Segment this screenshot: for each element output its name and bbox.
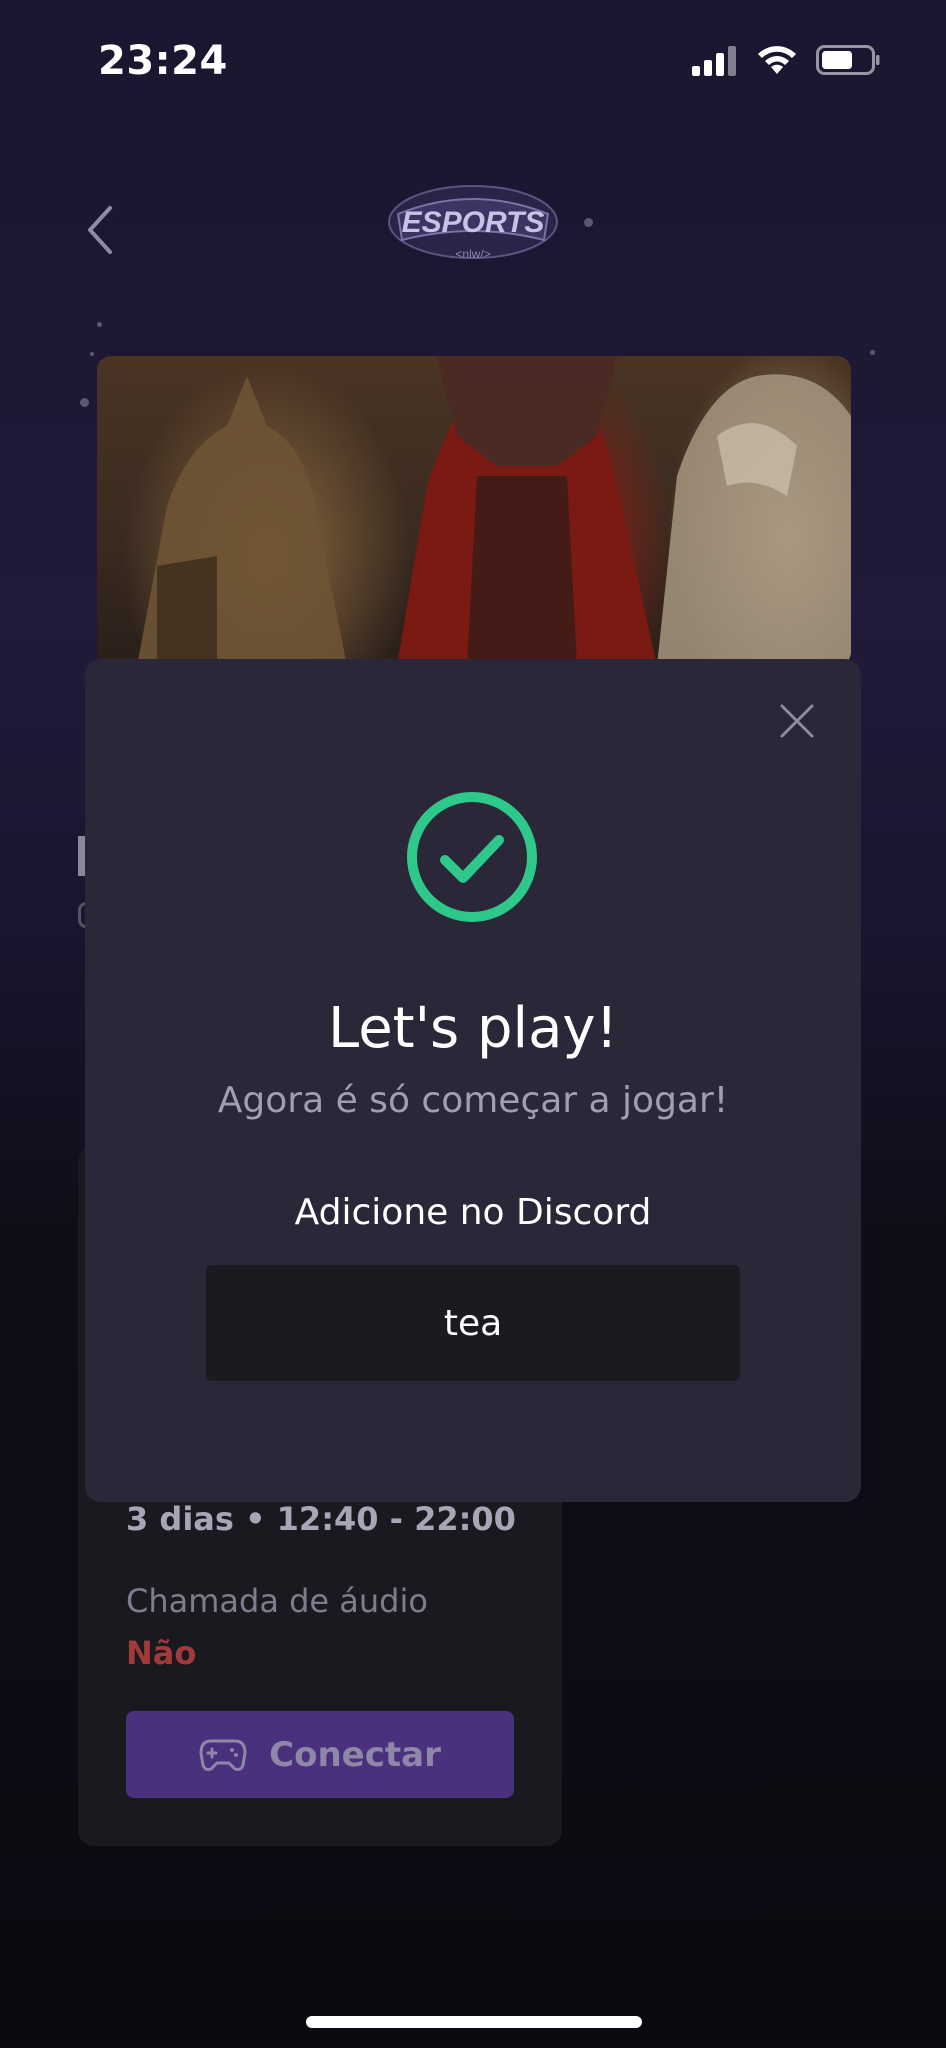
status-icons [692,44,880,76]
background-star [97,322,102,327]
connect-label: Conectar [269,1734,441,1775]
discord-label: Adicione no Discord [294,1192,652,1233]
discord-username-field[interactable]: tea [206,1265,740,1381]
background-star [80,398,89,407]
back-icon[interactable] [82,204,122,256]
background-star [90,352,94,356]
logo-text: ESPORTS [402,206,545,239]
duo-audio-value: Não [126,1634,197,1672]
connect-button[interactable]: Conectar [126,1711,514,1798]
close-icon[interactable] [776,700,818,742]
battery-icon [816,45,880,75]
wifi-icon [758,46,796,74]
cellular-signal-icon [692,46,736,76]
game-controller-icon [199,1739,247,1771]
background-star [584,218,593,227]
background-star [870,350,875,355]
logo-subtext: <nlw/> [455,247,490,261]
duo-availability: 3 dias • 12:40 - 22:00 [126,1500,516,1538]
check-circle-icon [407,792,537,922]
esports-logo: ESPORTS <nlw/> [388,185,558,261]
game-banner-image [97,356,851,666]
modal-subtitle: Agora é só começar a jogar! [217,1080,729,1121]
home-indicator[interactable] [306,2016,642,2028]
modal-title: Let's play! [327,996,618,1061]
duo-audio-label: Chamada de áudio [126,1582,428,1620]
status-time: 23:24 [98,38,228,84]
